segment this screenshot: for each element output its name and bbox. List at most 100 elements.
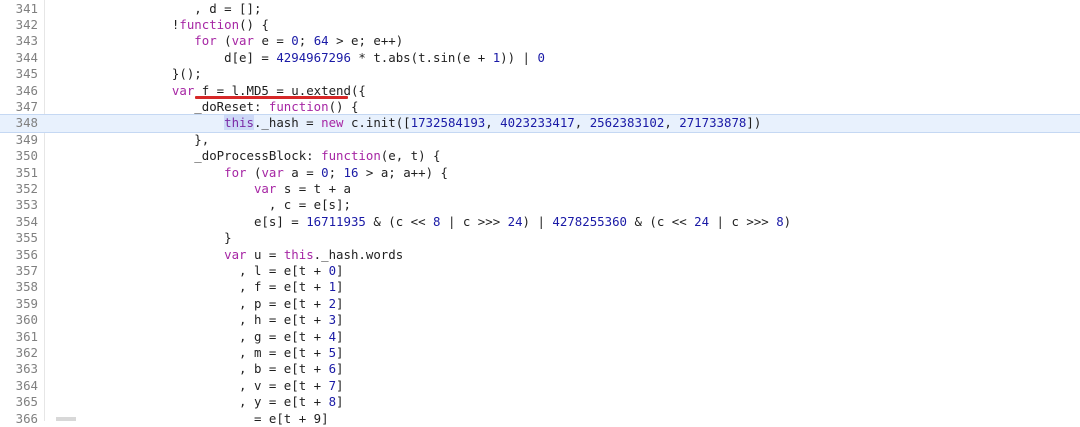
code-token: ( <box>216 33 232 49</box>
code-text: for (var a = 0; 16 > a; a++) { <box>60 165 448 181</box>
line-number[interactable]: 354 <box>0 214 38 230</box>
code-text: , y = e[t + 8] <box>60 394 343 410</box>
code-number: 7 <box>328 377 337 393</box>
code-line[interactable]: 350 _doProcessBlock: function(e, t) { <box>0 148 1080 164</box>
code-line[interactable]: 366 = e[t + 9] <box>0 411 1080 427</box>
code-line[interactable]: 357 , l = e[t + 0] <box>0 263 1080 279</box>
line-number[interactable]: 363 <box>0 361 38 377</box>
code-line[interactable]: 341 , d = []; <box>0 1 1080 17</box>
line-number[interactable]: 364 <box>0 378 38 394</box>
line-number[interactable]: 361 <box>0 329 38 345</box>
line-number[interactable]: 366 <box>0 411 38 427</box>
code-line[interactable]: 358 , f = e[t + 1] <box>0 279 1080 295</box>
code-token: () { <box>239 16 269 32</box>
code-number: 24 <box>507 213 523 229</box>
code-line[interactable]: 359 , p = e[t + 2] <box>0 296 1080 312</box>
code-line[interactable]: 345 }(); <box>0 66 1080 82</box>
line-number[interactable]: 355 <box>0 230 38 246</box>
code-line[interactable]: 362 , m = e[t + 5] <box>0 345 1080 361</box>
code-token: * t.abs(t.sin(e + <box>350 49 493 65</box>
line-number[interactable]: 346 <box>0 83 38 99</box>
code-line[interactable]: 342 !function() { <box>0 17 1080 33</box>
code-editor[interactable]: 341 , d = []; 342 !function() {343 for (v… <box>0 0 1080 426</box>
code-number: 64 <box>313 33 329 49</box>
code-line[interactable]: 365 , y = e[t + 8] <box>0 394 1080 410</box>
line-number[interactable]: 359 <box>0 296 38 312</box>
line-number[interactable]: 358 <box>0 279 38 295</box>
line-number[interactable]: 360 <box>0 312 38 328</box>
code-line[interactable]: 346 var f = l.MD5 = u.extend({ <box>0 83 1080 99</box>
code-keyword: var <box>224 246 247 262</box>
code-token: ._hash = <box>253 115 322 131</box>
line-number[interactable]: 345 <box>0 66 38 82</box>
code-text: var u = this._hash.words <box>60 247 403 263</box>
code-token: , v = e[t + <box>239 377 329 393</box>
code-token: , <box>574 115 590 131</box>
line-number[interactable]: 342 <box>0 17 38 33</box>
code-line[interactable]: 354 e[s] = 16711935 & (c << 8 | c >>> 24… <box>0 214 1080 230</box>
code-text: , l = e[t + 0] <box>60 263 343 279</box>
code-text: _doProcessBlock: function(e, t) { <box>60 148 440 164</box>
code-line[interactable]: 351 for (var a = 0; 16 > a; a++) { <box>0 165 1080 181</box>
code-token: ] <box>336 312 344 328</box>
code-token: ; <box>298 33 314 49</box>
line-number[interactable]: 341 <box>0 1 38 17</box>
line-number[interactable]: 350 <box>0 148 38 164</box>
code-token: ]) <box>746 115 762 131</box>
line-number[interactable]: 352 <box>0 181 38 197</box>
code-number: 3 <box>328 312 337 328</box>
code-line[interactable]: 355 } <box>0 230 1080 246</box>
line-number[interactable]: 348 <box>0 115 38 131</box>
line-number[interactable]: 356 <box>0 247 38 263</box>
line-number[interactable]: 351 <box>0 165 38 181</box>
code-line[interactable]: 356 var u = this._hash.words <box>0 247 1080 263</box>
line-number[interactable]: 343 <box>0 33 38 49</box>
code-line-active[interactable]: 348 this._hash = new c.init([1732584193,… <box>0 114 1080 133</box>
code-line[interactable]: 364 , v = e[t + 7] <box>0 378 1080 394</box>
code-token: ) <box>783 213 792 229</box>
line-number[interactable]: 344 <box>0 50 38 66</box>
code-token: , y = e[t + <box>239 394 329 410</box>
code-keyword: for <box>194 33 217 49</box>
line-number[interactable]: 365 <box>0 394 38 410</box>
code-line[interactable]: 363 , b = e[t + 6] <box>0 361 1080 377</box>
code-token: }(); <box>171 66 202 82</box>
code-line[interactable]: 361 , g = e[t + 4] <box>0 329 1080 345</box>
code-token: _doReset: <box>194 98 269 114</box>
code-text: _doReset: function() { <box>60 99 358 115</box>
line-number[interactable]: 362 <box>0 345 38 361</box>
code-token: ( <box>246 164 262 180</box>
line-number[interactable]: 347 <box>0 99 38 115</box>
code-token: , h = e[t + <box>239 312 329 328</box>
code-number: 271733878 <box>679 115 747 131</box>
line-number[interactable]: 357 <box>0 263 38 279</box>
code-line[interactable]: 353 , c = e[s]; <box>0 197 1080 213</box>
code-line[interactable]: 343 for (var e = 0; 64 > e; e++) <box>0 33 1080 49</box>
line-number[interactable]: 349 <box>0 132 38 148</box>
code-token: }, <box>194 131 210 147</box>
code-number: 1 <box>328 279 337 295</box>
code-line[interactable]: 352 var s = t + a <box>0 181 1080 197</box>
code-number: 4294967296 <box>276 49 351 65</box>
code-line[interactable]: 344 d[e] = 4294967296 * t.abs(t.sin(e + … <box>0 50 1080 66</box>
horizontal-scrollbar[interactable] <box>56 417 76 421</box>
code-token: d[e] = <box>224 49 277 65</box>
line-number[interactable]: 353 <box>0 197 38 213</box>
code-token: a = <box>283 164 322 180</box>
code-text: e[s] = 16711935 & (c << 8 | c >>> 24) | … <box>60 214 791 230</box>
code-line[interactable]: 347 _doReset: function() { <box>0 99 1080 115</box>
code-text: , g = e[t + 4] <box>60 329 343 345</box>
code-token: & (c << <box>365 213 434 229</box>
code-line[interactable]: 360 , h = e[t + 3] <box>0 312 1080 328</box>
code-token: u = <box>246 246 284 262</box>
code-token: > a; a++) { <box>358 164 448 180</box>
code-line[interactable]: 349 }, <box>0 132 1080 148</box>
